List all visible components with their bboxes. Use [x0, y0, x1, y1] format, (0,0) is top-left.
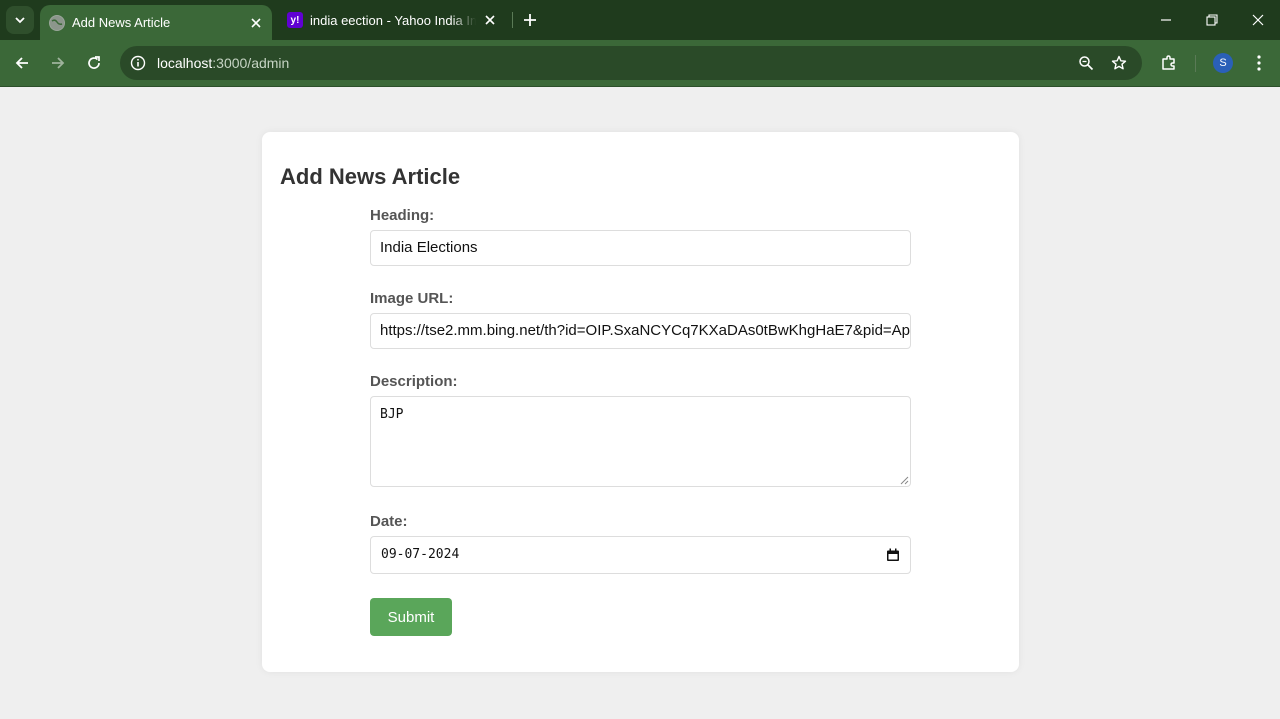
- browser-toolbar: localhost:3000/admin S: [0, 40, 1280, 87]
- close-window-button[interactable]: [1235, 0, 1280, 40]
- description-text: BJP: [380, 407, 404, 422]
- image-url-input[interactable]: https://tse2.mm.bing.net/th?id=OIP.SxaNC…: [370, 313, 911, 349]
- date-input[interactable]: 09-07-2024: [370, 536, 911, 574]
- address-bar[interactable]: localhost:3000/admin: [120, 46, 1142, 80]
- minimize-icon: [1161, 19, 1171, 21]
- back-arrow-icon: [15, 57, 28, 69]
- submit-button[interactable]: Submit: [370, 598, 452, 636]
- back-button[interactable]: [9, 50, 35, 76]
- add-news-form-card: Add News Article Heading: India Election…: [262, 132, 1019, 672]
- globe-icon: [49, 14, 65, 31]
- close-tab-icon[interactable]: [482, 12, 498, 28]
- description-label: Description:: [370, 373, 458, 390]
- reload-button[interactable]: [81, 50, 107, 76]
- forward-button[interactable]: [45, 50, 71, 76]
- toolbar-separator: [1195, 55, 1196, 72]
- tab-search-button[interactable]: [6, 6, 34, 34]
- image-url-label: Image URL:: [370, 290, 454, 307]
- address-path: :3000/admin: [212, 55, 290, 71]
- tab-title: Add News Article: [72, 15, 171, 30]
- bookmark-star-icon[interactable]: [1109, 53, 1129, 73]
- close-tab-icon[interactable]: [248, 15, 264, 31]
- reload-icon: [88, 56, 100, 69]
- site-info-icon[interactable]: [128, 53, 148, 73]
- date-label: Date:: [370, 513, 408, 530]
- tab-title: india eection - Yahoo India Images: [310, 12, 476, 28]
- resize-grip-icon[interactable]: [900, 476, 909, 485]
- more-menu-icon[interactable]: [1248, 52, 1270, 74]
- page-title: Add News Article: [280, 164, 461, 189]
- address-host: localhost: [157, 55, 213, 71]
- restore-icon: [1206, 14, 1218, 26]
- zoom-icon[interactable]: [1076, 53, 1096, 73]
- profile-avatar[interactable]: S: [1213, 53, 1233, 73]
- tab-yahoo-images[interactable]: y! india eection - Yahoo India Images: [278, 0, 506, 40]
- tab-add-news-article[interactable]: Add News Article: [40, 5, 272, 40]
- extensions-icon[interactable]: [1158, 52, 1180, 74]
- restore-button[interactable]: [1189, 0, 1235, 40]
- forward-arrow-icon: [52, 57, 65, 69]
- chevron-down-icon: [15, 17, 25, 24]
- tab-strip: Add News Article y! india eection - Yaho…: [0, 0, 1280, 40]
- yahoo-icon: y!: [287, 12, 303, 28]
- minimize-button[interactable]: [1143, 0, 1189, 40]
- heading-input[interactable]: India Elections: [370, 230, 911, 266]
- address-url: localhost:3000/admin: [157, 55, 289, 71]
- description-textarea[interactable]: BJP: [370, 396, 911, 487]
- date-text: 09-07-2024: [381, 547, 460, 562]
- close-icon: [1252, 14, 1264, 26]
- calendar-icon[interactable]: [886, 548, 900, 562]
- heading-label: Heading:: [370, 207, 435, 224]
- tab-separator: [512, 12, 513, 28]
- new-tab-button[interactable]: [520, 10, 540, 30]
- plus-icon: [524, 14, 536, 26]
